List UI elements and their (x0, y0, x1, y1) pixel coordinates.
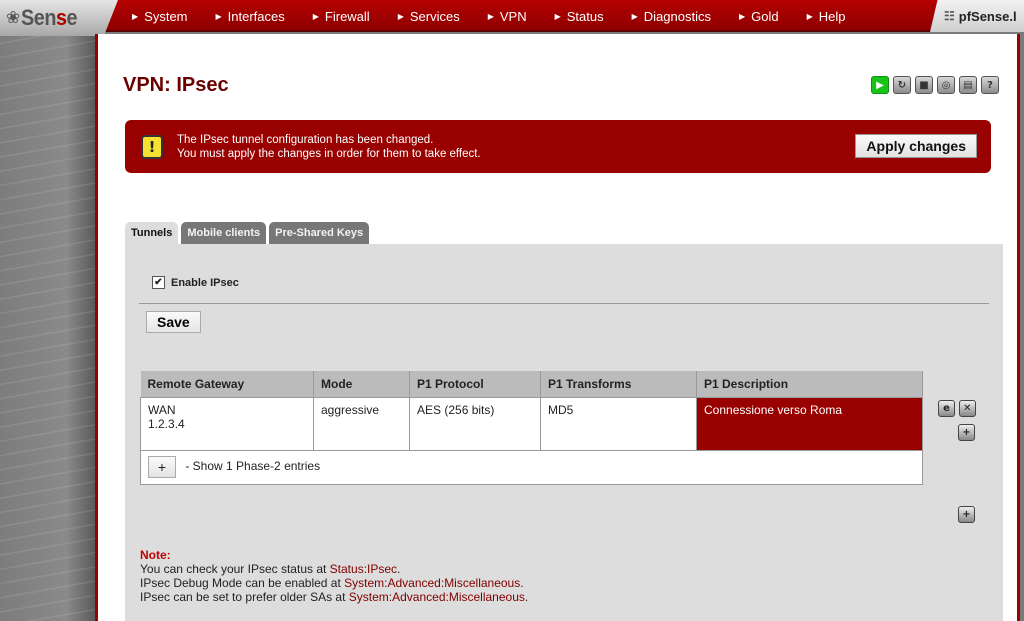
note-line: IPsec Debug Mode can be enabled at Syste… (140, 576, 528, 590)
tab-tunnels[interactable]: Tunnels (125, 222, 179, 244)
menu-system[interactable]: ▶ System (132, 9, 188, 24)
phase2-cell: + - Show 1 Phase-2 entries (140, 450, 923, 485)
column-header-p1-description: P1 Description (696, 371, 923, 398)
triangle-right-icon: ▶ (738, 11, 746, 21)
table-row[interactable]: WAN 1.2.3.4 aggressive AES (256 bits) MD… (140, 397, 923, 451)
stop-icon[interactable]: ■ (915, 76, 933, 94)
menu-help[interactable]: ▶ Help (807, 9, 846, 24)
status-icon[interactable]: ◎ (937, 76, 955, 94)
note-text: You can check your IPsec status at (140, 562, 330, 576)
cell-p1-description: Connessione verso Roma (696, 397, 923, 451)
tab-pre-shared-keys[interactable]: Pre-Shared Keys (269, 222, 370, 244)
cell-p1-protocol: AES (256 bits) (409, 397, 541, 451)
sidebar-background (0, 0, 95, 621)
triangle-right-icon: ▶ (631, 11, 638, 21)
ipsec-tabs: Tunnels Mobile clients Pre-Shared Keys (125, 222, 370, 244)
note-line: IPsec can be set to prefer older SAs at … (140, 590, 528, 604)
cell-remote-gateway: WAN 1.2.3.4 (140, 397, 314, 451)
table-header-row: Remote Gateway Mode P1 Protocol P1 Trans… (140, 371, 923, 398)
play-icon[interactable]: ▶ (871, 76, 889, 94)
phase2-label: - Show 1 Phase-2 entries (185, 459, 321, 474)
restart-icon[interactable]: ↻ (893, 76, 911, 94)
tunnels-table: Remote Gateway Mode P1 Protocol P1 Trans… (140, 371, 923, 485)
pfsense-logo[interactable]: ❀ Sense (0, 0, 118, 36)
tunnels-panel: ✔ Enable IPsec Save Remote Gateway Mode … (125, 244, 1003, 621)
top-navigation-bar: ❀ Sense ▶ System ▶ Interfaces ▶ Firewall ▶ S… (0, 0, 1024, 36)
menu-label: Diagnostics (643, 8, 711, 24)
alert-message: The IPsec tunnel configuration has been … (177, 133, 481, 161)
add-phase2-icon[interactable]: + (958, 424, 975, 441)
menu-label: Firewall (324, 8, 370, 24)
triangle-right-icon: ▶ (554, 11, 561, 21)
log-icon[interactable]: ▤ (959, 76, 977, 94)
enable-ipsec-label: Enable IPsec (171, 276, 239, 289)
gateway-ip: 1.2.3.4 (148, 416, 185, 431)
phase2-row: + - Show 1 Phase-2 entries (140, 450, 923, 485)
menu-label: Services (409, 8, 460, 24)
column-header-p1-protocol: P1 Protocol (409, 371, 541, 398)
logo-mark-icon: ❀ (6, 8, 21, 28)
cell-mode: aggressive (313, 397, 410, 451)
main-menu: ▶ System ▶ Interfaces ▶ Firewall ▶ Services … (132, 0, 846, 32)
triangle-right-icon: ▶ (215, 11, 222, 21)
menu-diagnostics[interactable]: ▶ Diagnostics (632, 9, 711, 24)
triangle-right-icon: ▶ (312, 11, 319, 21)
triangle-right-icon: ▶ (397, 11, 404, 21)
menu-gold[interactable]: ▶ Gold (739, 9, 779, 24)
menu-label: Gold (751, 8, 779, 24)
note-line: You can check your IPsec status at Statu… (140, 562, 528, 576)
warning-icon: ! (141, 134, 163, 159)
advanced-misc-link[interactable]: System:Advanced:Miscellaneous (344, 576, 520, 590)
triangle-right-icon: ▶ (806, 11, 813, 21)
alert-line: You must apply the changes in order for … (177, 147, 481, 160)
menu-label: VPN (499, 8, 527, 24)
enable-ipsec-checkbox[interactable]: ✔ (152, 276, 165, 289)
menu-firewall[interactable]: ▶ Firewall (313, 9, 370, 24)
main-content: VPN: IPsec ▶ ↻ ■ ◎ ▤ ? ! The IPsec tunne… (95, 34, 1020, 621)
triangle-right-icon: ▶ (487, 11, 494, 21)
network-icon: ☷ (944, 9, 955, 23)
host-link[interactable]: ☷ pfSense.l (930, 0, 1024, 32)
delete-icon[interactable]: ✕ (958, 400, 976, 417)
triangle-right-icon: ▶ (132, 11, 139, 21)
cell-p1-transforms: MD5 (540, 397, 697, 451)
apply-changes-button[interactable]: Apply changes (855, 134, 977, 158)
alert-line: The IPsec tunnel configuration has been … (177, 133, 434, 146)
apply-changes-alert: ! The IPsec tunnel configuration has bee… (125, 120, 991, 173)
menu-status[interactable]: ▶ Status (555, 9, 604, 24)
note-text: . (524, 590, 529, 604)
menu-interfaces[interactable]: ▶ Interfaces (216, 9, 285, 24)
menu-vpn[interactable]: ▶ VPN (488, 9, 527, 24)
column-header-mode: Mode (313, 371, 410, 398)
host-name: pfSense.l (958, 8, 1017, 24)
column-header-remote-gateway: Remote Gateway (140, 371, 314, 398)
column-header-p1-transforms: P1 Transforms (540, 371, 697, 398)
note-text: . (397, 562, 401, 576)
menu-label: Interfaces (227, 8, 285, 24)
edit-icon[interactable]: e (938, 400, 955, 417)
divider (139, 303, 989, 304)
service-toolbar: ▶ ↻ ■ ◎ ▤ ? (871, 76, 999, 94)
tab-mobile-clients[interactable]: Mobile clients (181, 222, 267, 244)
gateway-interface: WAN (148, 402, 176, 417)
note-text: IPsec Debug Mode can be enabled at (140, 576, 345, 590)
status-ipsec-link[interactable]: Status:IPsec (330, 562, 397, 576)
row-actions: e ✕ (938, 400, 978, 417)
menu-label: Status (566, 8, 604, 24)
save-button[interactable]: Save (146, 311, 201, 333)
logo-text: Sense (21, 5, 78, 30)
note-text: IPsec can be set to prefer older SAs at (140, 590, 349, 604)
menu-services[interactable]: ▶ Services (398, 9, 460, 24)
show-phase2-button[interactable]: + (148, 456, 176, 478)
note-title: Note: (140, 548, 171, 562)
advanced-misc-link[interactable]: System:Advanced:Miscellaneous (349, 590, 525, 604)
enable-ipsec-row: ✔ Enable IPsec (152, 276, 239, 289)
note-text: . (520, 576, 524, 590)
menu-label: System (144, 8, 188, 24)
note-section: Note: You can check your IPsec status at… (140, 548, 528, 604)
page-title: VPN: IPsec (123, 74, 229, 96)
help-icon[interactable]: ? (981, 76, 999, 94)
add-phase1-icon[interactable]: + (958, 506, 975, 523)
menu-label: Help (818, 8, 846, 24)
